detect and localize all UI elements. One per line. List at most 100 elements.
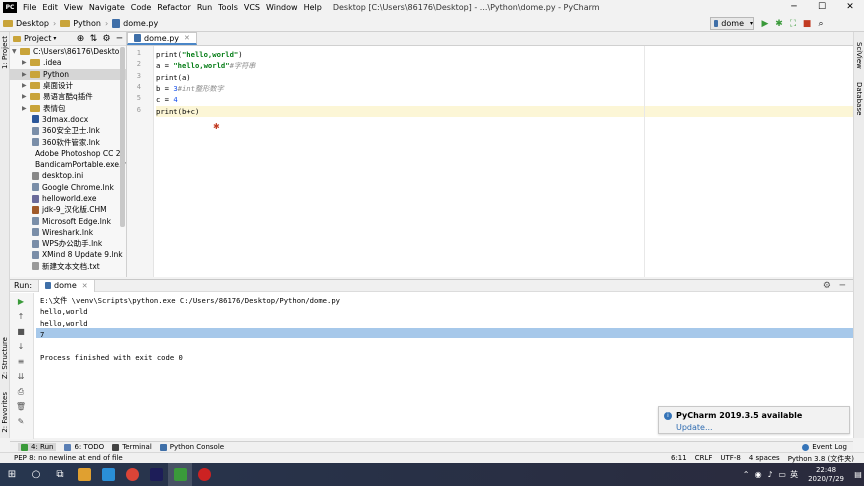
network-icon[interactable]: ◉ [752,470,764,479]
collapse-all-icon[interactable]: ⇅ [87,34,100,44]
taskbar-app-vscode[interactable] [96,463,120,486]
tree-item[interactable]: ▶ .idea [10,57,126,68]
add-icon[interactable]: ⊕ [74,34,87,44]
tree-item[interactable]: Microsoft Edge.lnk [10,215,126,226]
tree-item[interactable]: 新建文本文档.txt [10,261,126,272]
search-icon[interactable]: ○ [24,463,48,486]
scroll-down-icon[interactable]: ↓ [14,342,28,351]
pin-icon[interactable]: ✎ [14,417,28,426]
tree-root[interactable]: ▼ C:\Users\86176\Desktop [10,46,126,57]
project-tool-button[interactable]: 1: Project [1,36,9,69]
code-token: 4 [173,95,178,105]
tree-item[interactable]: desktop.ini [10,170,126,181]
menu-tools[interactable]: Tools [215,3,241,12]
menu-run[interactable]: Run [194,3,215,12]
hide-icon[interactable]: ─ [840,281,845,291]
clock[interactable]: 22:48 2020/7/29 [808,466,844,484]
favorites-tool-button[interactable]: 2: Favorites [1,392,9,433]
gear-icon[interactable]: ⚙ [100,34,113,44]
project-scrollbar[interactable] [120,47,125,227]
todo-tool-button[interactable]: 6: TODO [64,443,104,451]
battery-icon[interactable]: ▭ [776,470,788,479]
tab-dome-py[interactable]: dome.py ✕ [127,32,197,45]
run-configuration-select[interactable]: dome ▾ [710,17,754,30]
taskbar-app-chrome[interactable] [120,463,144,486]
tree-item[interactable]: ▶ Python [10,68,126,80]
taskbar-app-pycharm[interactable] [168,463,192,486]
run-icon[interactable]: ▶ [758,19,772,29]
code-area[interactable]: print("hello,world") a = "hello,world"#字符… [156,46,853,277]
code-line: print(a) [156,72,853,83]
menu-help[interactable]: Help [301,3,325,12]
tree-item[interactable]: jdk-9_汉化版.CHM [10,204,126,215]
volume-icon[interactable]: ♪ [764,470,776,479]
clear-icon[interactable]: 🗑 [14,402,28,411]
tree-item[interactable]: 360软件管家.lnk [10,136,126,147]
tree-item[interactable]: helloworld.exe [10,193,126,204]
taskbar-app-photoshop[interactable] [144,463,168,486]
run-tool-button[interactable]: 4: Run [18,443,57,451]
menu-edit[interactable]: Edit [39,3,61,12]
menu-code[interactable]: Code [128,3,154,12]
minimize-button[interactable]: ─ [780,0,808,15]
close-button[interactable]: ✕ [836,0,864,15]
soft-wrap-icon[interactable]: ≡ [14,357,28,366]
tree-item[interactable]: 360安全卫士.lnk [10,125,126,136]
sciview-tool-button[interactable]: SciView [855,42,863,69]
close-tab-icon[interactable]: ✕ [184,34,190,42]
update-link[interactable]: Update... [676,423,713,432]
coverage-icon[interactable]: ⛶ [786,19,800,29]
menu-file[interactable]: File [20,3,39,12]
folder-icon [60,19,71,27]
breadcrumb-file[interactable]: dome.py [109,18,161,28]
terminal-tool-button[interactable]: Terminal [112,443,152,451]
scroll-up-icon[interactable]: ↑ [14,312,28,321]
project-panel-header: Project ▾ ⊕ ⇅ ⚙ ─ [10,32,126,46]
rerun-icon[interactable]: ▶ [14,297,28,306]
menu-navigate[interactable]: Navigate [86,3,128,12]
tree-item[interactable]: XMind 8 Update 9.lnk [10,249,126,260]
tree-item[interactable]: WPS办公助手.lnk [10,238,126,249]
tree-item[interactable]: Wireshark.lnk [10,227,126,238]
notification-center-icon[interactable]: ▤ [852,470,864,479]
breadcrumb-python[interactable]: Python [57,19,104,28]
chevron-up-icon[interactable]: ⌃ [740,470,752,479]
project-panel-title[interactable]: Project [24,34,51,43]
tree-item[interactable]: Google Chrome.lnk [10,182,126,193]
tree-item[interactable]: ▶ 表情包 [10,102,126,113]
gear-icon[interactable]: ⚙ [823,281,831,291]
maximize-button[interactable]: ☐ [808,0,836,15]
print-icon[interactable]: ⎙ [14,387,28,397]
tree-item[interactable]: 3dmax.docx [10,114,126,125]
structure-tool-button[interactable]: Z: Structure [1,337,9,379]
tree-item-label: Microsoft Edge.lnk [42,216,111,226]
taskbar-app-recorder[interactable] [192,463,216,486]
lnk-icon [32,239,39,248]
menu-view[interactable]: View [61,3,86,12]
database-tool-button[interactable]: Database [855,82,863,115]
start-button[interactable]: ⊞ [0,463,24,486]
stop-icon[interactable]: ■ [14,327,28,336]
tree-item[interactable]: ▶ 桌面设计 [10,80,126,91]
tree-item[interactable]: BandicamPortable.exe.lnk [10,159,126,170]
breadcrumb-desktop[interactable]: Desktop [0,19,52,28]
task-view-icon[interactable]: ⧉ [48,463,72,486]
tree-item[interactable]: ▶ 易语言酷q插件 [10,91,126,102]
tree-item-label: 360安全卫士.lnk [42,126,100,136]
stop-icon[interactable]: ■ [800,19,814,29]
menu-window[interactable]: Window [263,3,301,12]
tree-item[interactable]: Adobe Photoshop CC 2019 [10,148,126,159]
python-console-button[interactable]: Python Console [159,443,224,451]
menu-vcs[interactable]: VCS [241,3,263,12]
hide-icon[interactable]: ─ [113,34,126,44]
search-icon[interactable]: ⌕ [814,19,828,29]
debug-icon[interactable]: ✱ [772,19,786,29]
taskbar-app-explorer[interactable] [72,463,96,486]
close-tab-icon[interactable]: ✕ [82,282,88,290]
input-language[interactable]: 英 [788,469,800,480]
event-log-button[interactable]: Event Log [802,443,847,451]
run-tab-dome[interactable]: dome ✕ [38,279,95,292]
menu-refactor[interactable]: Refactor [154,3,194,12]
scroll-to-end-icon[interactable]: ⇊ [14,372,28,381]
chevron-down-icon[interactable]: ▾ [53,35,56,42]
